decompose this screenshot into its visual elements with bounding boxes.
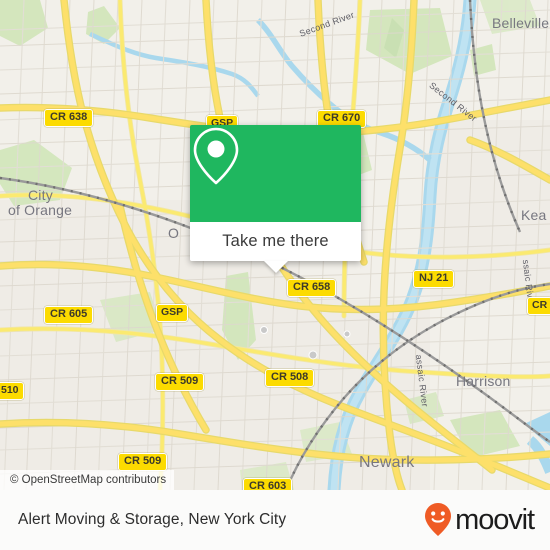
highway-shield: CR 508 xyxy=(265,369,315,387)
attribution-text: © OpenStreetMap contributors xyxy=(10,474,167,486)
moovit-logo[interactable]: moovit xyxy=(423,502,535,538)
highway-shield: CR xyxy=(527,297,550,315)
take-me-there-button[interactable]: Take me there xyxy=(190,222,361,261)
highway-shield: CR 605 xyxy=(44,306,94,324)
highway-shield: CR 603 xyxy=(243,478,293,490)
moovit-map-screenshot: Belleville City of Orange Kea Harrison Newark… xyxy=(0,0,550,550)
moovit-smiley-pin-icon xyxy=(425,503,452,536)
location-popup-card[interactable]: Take me there xyxy=(190,125,361,273)
map-canvas[interactable]: Belleville City of Orange Kea Harrison Newark… xyxy=(0,0,550,490)
highway-shield: NJ 21 xyxy=(413,270,455,288)
highway-shield: CR 658 xyxy=(287,279,337,297)
popup-pointer-tail xyxy=(263,261,288,273)
highway-shield: CR 638 xyxy=(44,109,94,127)
map-attribution: © OpenStreetMap contributors xyxy=(0,470,175,490)
popup-icon-area xyxy=(190,125,361,222)
highway-shield: CR 509 xyxy=(155,373,205,391)
footer-bar: Alert Moving & Storage, New York City mo… xyxy=(0,490,550,550)
map-pin-icon xyxy=(193,127,239,185)
place-name: Alert Moving & Storage, New York City xyxy=(18,511,287,528)
highway-shield: GSP xyxy=(156,304,189,322)
take-me-there-label: Take me there xyxy=(222,232,329,250)
highway-shield: 510 xyxy=(0,382,24,400)
moovit-wordmark: moovit xyxy=(455,503,535,536)
highway-shield: CR 509 xyxy=(118,453,168,471)
